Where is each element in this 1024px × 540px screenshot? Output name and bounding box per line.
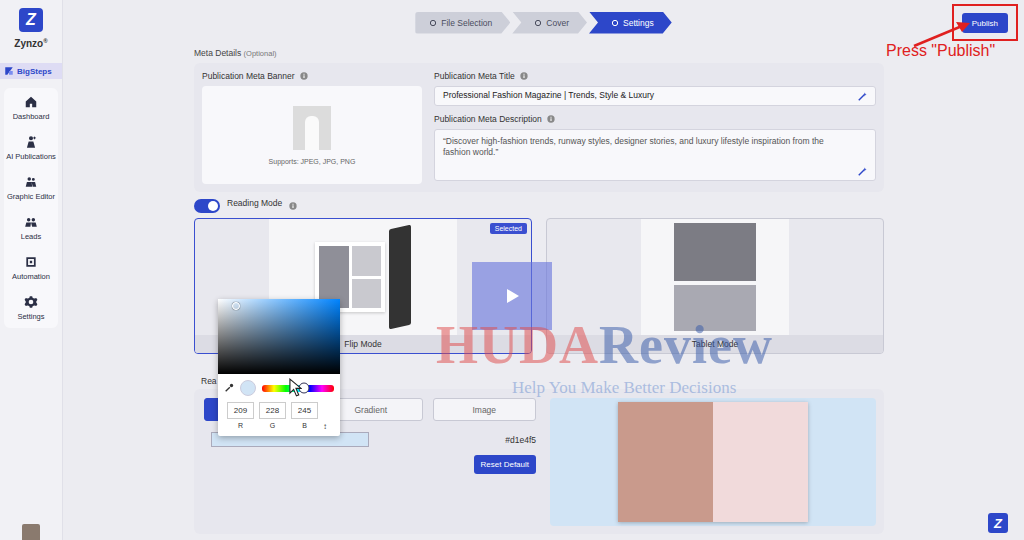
annotation-arrow-icon: [912, 20, 972, 50]
info-icon: [300, 72, 308, 80]
magic-wand-icon[interactable]: [858, 167, 867, 176]
info-icon: [547, 115, 555, 123]
workspace-item[interactable]: BigSteps: [0, 63, 62, 79]
reset-default-button[interactable]: Reset Default: [474, 455, 536, 474]
sidebar-item[interactable]: Graphic Editor: [4, 172, 58, 204]
logo-mark: Z: [19, 8, 43, 32]
field-label: Publication Meta Description: [434, 114, 876, 124]
sidebar-item[interactable]: Automation: [4, 252, 58, 284]
step[interactable]: File Selection: [415, 12, 510, 34]
nav-icon: [24, 135, 38, 149]
channel-field[interactable]: 245B: [291, 402, 318, 429]
reading-mode-row: Reading Mode: [194, 198, 884, 213]
sidebar-nav: Dashboard AI Publications Graphic Editor Le…: [4, 88, 58, 328]
annotation-text: Press "Publish": [886, 42, 995, 60]
play-button[interactable]: [472, 262, 552, 330]
step[interactable]: Cover: [512, 12, 587, 34]
step-icon: [611, 19, 619, 27]
color-picker: 209R228G245B↕: [218, 299, 340, 436]
saturation-area[interactable]: [218, 299, 340, 374]
watermark: HUDAReviewHelp You Make Better Decisions: [436, 318, 773, 398]
sidebar-item[interactable]: AI Publications: [4, 132, 58, 164]
mode-card[interactable]: Tablet Mode: [546, 218, 884, 354]
magic-wand-icon[interactable]: [858, 92, 867, 101]
reading-mode-toggle[interactable]: [194, 199, 220, 213]
sidebar-item[interactable]: Dashboard: [4, 92, 58, 124]
meta-heading: Meta Details (Optional): [194, 48, 884, 58]
channel-field[interactable]: 209R: [227, 402, 254, 429]
nav-icon: [24, 95, 38, 109]
meta-title-field[interactable]: Professional Fashion Magazine | Trends, …: [434, 86, 876, 106]
nav-icon: [24, 175, 38, 189]
sidebar-item[interactable]: Settings: [4, 292, 58, 324]
info-icon: [289, 202, 297, 210]
channel-field[interactable]: 228G: [259, 402, 286, 429]
tablet-preview: [641, 219, 789, 335]
format-toggle[interactable]: ↕: [323, 402, 327, 431]
nav-icon: [24, 295, 38, 309]
step[interactable]: Settings: [589, 12, 672, 34]
meta-card: Publication Meta Banner Supports: JPEG, …: [194, 63, 884, 192]
nav-icon: [24, 255, 38, 269]
field-label: Publication Meta Title: [434, 71, 876, 81]
field-label: Publication Meta Banner: [202, 71, 422, 81]
topbar: File SelectionCoverSettingsPublish: [63, 0, 1024, 45]
play-icon: [502, 286, 522, 306]
stepper: File SelectionCoverSettings: [415, 12, 671, 34]
color-preview: [240, 380, 256, 396]
floating-logo[interactable]: Z: [988, 513, 1008, 533]
logo-name: Zynzo®: [14, 38, 47, 49]
app: Z Zynzo® BigSteps Dashboard AI Publications G…: [0, 0, 1024, 540]
mouse-cursor-icon: [289, 378, 302, 397]
banner-thumbnail: [293, 106, 331, 150]
banner-upload[interactable]: Supports: JPEG, JPG, PNG: [202, 86, 422, 184]
info-icon: [520, 72, 528, 80]
background-tab[interactable]: Image: [433, 398, 537, 421]
avatar[interactable]: [22, 524, 40, 540]
sidebar: Z Zynzo® BigSteps Dashboard AI Publications G…: [0, 0, 63, 540]
selected-badge: Selected: [490, 223, 527, 234]
step-icon: [429, 19, 437, 27]
nav-icon: [24, 215, 38, 229]
eyedropper-icon[interactable]: [224, 383, 234, 393]
meta-description-field[interactable]: “Discover high-fashion trends, runway st…: [434, 129, 876, 181]
background-preview: [550, 398, 876, 526]
workspace-icon: [4, 66, 14, 76]
hex-value: #d1e4f5: [505, 435, 536, 445]
logo[interactable]: Z Zynzo®: [14, 0, 47, 49]
sidebar-item[interactable]: Leads: [4, 212, 58, 244]
step-icon: [534, 19, 542, 27]
magazine-spread: [618, 402, 808, 522]
